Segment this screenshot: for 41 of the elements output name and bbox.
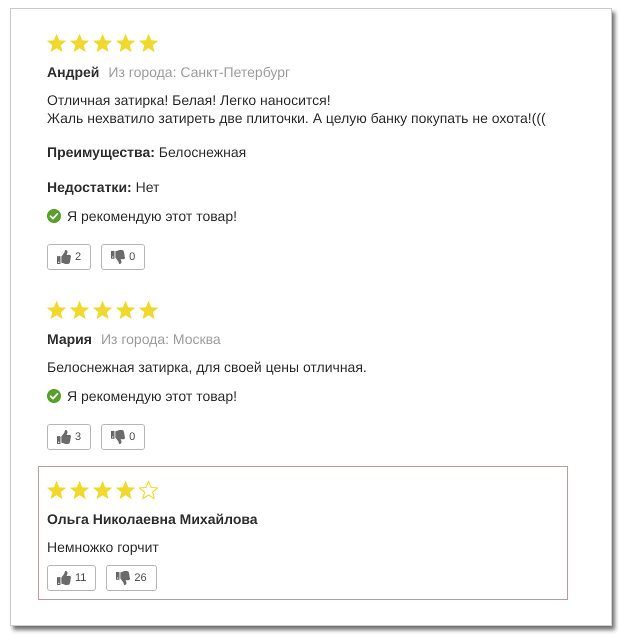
- filled-star-icon: [47, 300, 67, 320]
- empty-star-icon: [139, 480, 159, 500]
- thumbs-up-icon: [57, 250, 71, 264]
- thumbs-down-icon: [116, 571, 130, 585]
- author-name: Андрей: [47, 63, 100, 81]
- thumbs-down-icon: [111, 250, 126, 264]
- review-text: Немножко горчит: [47, 538, 160, 556]
- dislike-button[interactable]: 0: [101, 424, 146, 450]
- thumbs-up-icon: [57, 430, 71, 444]
- filled-star-icon: [116, 480, 136, 500]
- recommendation-text: Я рекомендую этот товар!: [67, 207, 237, 225]
- filled-star-icon: [93, 300, 113, 320]
- check-circle-icon: [47, 209, 61, 223]
- author-name: Ольга Николаевна Михайлова: [47, 510, 258, 528]
- filled-star-icon: [93, 480, 113, 500]
- review-text: Отличная затирка! Белая! Легко наносится! Жаль нехватило затиреть две плиточки. А целую банку покупать не охота!(((: [47, 91, 547, 127]
- like-button[interactable]: 3: [47, 424, 92, 450]
- filled-star-icon: [93, 33, 113, 53]
- filled-star-icon: [70, 480, 90, 500]
- like-button[interactable]: 11: [47, 565, 96, 591]
- dislike-button[interactable]: 0: [101, 244, 146, 270]
- author-name: Мария: [47, 330, 92, 348]
- cons-text: Недостатки: Нет: [47, 178, 160, 196]
- filled-star-icon: [70, 33, 90, 53]
- pros-text: Преимущества: Белоснежная: [47, 143, 248, 161]
- filled-star-icon: [139, 33, 159, 53]
- thumbs-down-icon: [111, 430, 126, 444]
- author-city: Из города: Санкт-Петербург: [108, 63, 290, 81]
- author-city: Из города: Москва: [100, 330, 221, 348]
- filled-star-icon: [116, 300, 136, 320]
- thumbs-up-icon: [57, 571, 71, 585]
- like-button[interactable]: 2: [47, 244, 92, 270]
- dislike-button[interactable]: 26: [106, 565, 157, 591]
- filled-star-icon: [70, 300, 90, 320]
- filled-star-icon: [47, 480, 67, 500]
- review-text: Белоснежная затирка, для своей цены отличная.: [47, 358, 368, 376]
- recommendation-text: Я рекомендую этот товар!: [67, 387, 237, 405]
- filled-star-icon: [139, 300, 159, 320]
- filled-star-icon: [47, 33, 67, 53]
- filled-star-icon: [116, 33, 136, 53]
- check-circle-icon: [47, 389, 61, 403]
